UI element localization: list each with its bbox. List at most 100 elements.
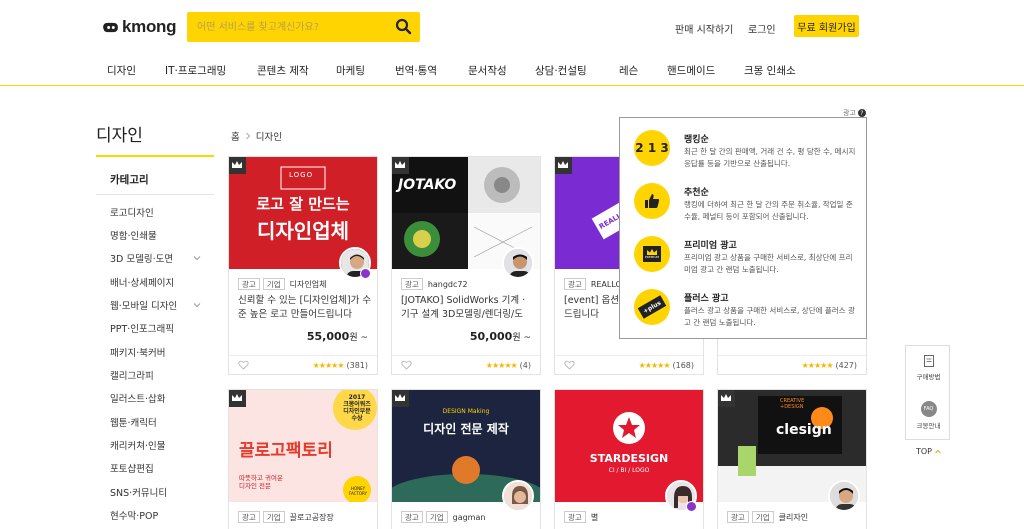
sidebar-item-illust[interactable]: 일러스트·삽화 [110, 391, 165, 405]
nav-item-translation[interactable]: 번역·통역 [395, 63, 437, 78]
sidebar-item-web[interactable]: 웹·모바일 디자인 [110, 298, 177, 312]
service-card[interactable]: LOGO 로고 잘 만드는 디자인업체 광고 기업 디자인업체 신뢰할 수 있는… [228, 156, 378, 375]
seller-name[interactable]: 별 [591, 512, 598, 523]
sidebar-category-label: 카테고리 [110, 174, 149, 186]
scroll-top-label: TOP [916, 447, 933, 456]
seller-name[interactable]: gagman [453, 513, 486, 522]
plus-icon-text: +plus [641, 299, 663, 315]
crown-icon [395, 394, 405, 401]
seller-name[interactable]: hangdc72 [428, 280, 468, 289]
nav-item-print[interactable]: 크몽 인쇄소 [744, 63, 796, 78]
buy-guide-button[interactable]: 구매방법 [906, 354, 951, 381]
nav-item-handmade[interactable]: 핸드메이드 [667, 63, 715, 78]
card-title[interactable]: 신뢰할 수 있는 [디자인업체]가 수준 높은 로고 만들어드립니다 [238, 294, 373, 322]
award-name: 크몽어워즈 [343, 401, 371, 408]
plus-icon-box: +plus [637, 295, 667, 319]
divider [96, 194, 214, 195]
logo-text: kmong [122, 17, 177, 36]
avatar[interactable] [828, 480, 860, 512]
ad-tag: 광고 [564, 278, 586, 290]
card-footer: ★★★★★ (381) [229, 355, 377, 374]
sidebar-item-banner[interactable]: 배너·상세페이지 [110, 275, 174, 289]
ad-tag: 광고 [238, 511, 260, 523]
sidebar-item-calligraphy[interactable]: 캘리그라피 [110, 368, 154, 382]
kmong-logo[interactable]: kmong [101, 17, 177, 37]
thumb-small: DESIGN Making [442, 408, 490, 415]
faq-button[interactable]: FAQ 크몽안내 [906, 401, 951, 430]
sidebar-item-banner-pop[interactable]: 현수막·POP [110, 508, 158, 522]
avatar-image [830, 482, 858, 510]
sidebar-item-caricature[interactable]: 캐리커쳐·인물 [110, 438, 165, 452]
buy-guide-label: 구매방법 [916, 373, 941, 381]
star-icon: ★★★★★ [801, 361, 834, 370]
thumb-line1: 끌로고팩토리 [239, 441, 333, 461]
scroll-top-button[interactable]: TOP [916, 447, 941, 456]
review-count: (4) [519, 361, 531, 370]
sidebar-item-webtoon[interactable]: 웹툰·캐릭터 [110, 415, 157, 429]
card-tags: 광고 기업 클리자인 [727, 511, 808, 523]
nav-item-marketing[interactable]: 마케팅 [336, 63, 365, 78]
crown-icon [558, 161, 568, 168]
chevron-down-icon[interactable] [193, 254, 201, 262]
thumb-logo-text: LOGO [289, 171, 314, 179]
join-button[interactable]: 무료 회원가입 [794, 15, 859, 37]
seller-name[interactable]: 끌로고공장장 [290, 512, 334, 523]
sidebar-item-logo[interactable]: 로고디자인 [110, 205, 154, 219]
service-card[interactable]: STARDESIGN CI / BI / LOGO 광고 별 [554, 389, 704, 529]
tooltip-title: 프리미엄 광고 [684, 241, 737, 251]
avatar[interactable] [502, 480, 534, 512]
sidebar-item-3d[interactable]: 3D 모델링·도면 [110, 251, 173, 265]
heart-icon[interactable] [238, 360, 249, 370]
nav-item-writing[interactable]: 문서작성 [468, 63, 507, 78]
ranking-icon: 2 1 3 [634, 130, 670, 166]
nav-item-consulting[interactable]: 상담·컨설팅 [535, 63, 587, 78]
heart-icon[interactable] [401, 360, 412, 370]
search-input[interactable] [197, 18, 387, 36]
crown-icon [232, 394, 242, 401]
login-link[interactable]: 로그인 [748, 21, 776, 36]
card-thumbnail: 2017 크몽어워즈 디자인부문 수상 끌로고팩토리 따뜻하고 귀여운 디자인 … [229, 390, 377, 502]
breadcrumb: 홈 디자인 [231, 129, 282, 143]
thumb-sub-line2: 디자인 전문 [239, 482, 271, 490]
sidebar-item-ppt[interactable]: PPT·인포그래픽 [110, 321, 174, 335]
avatar[interactable] [502, 247, 534, 279]
heart-icon[interactable] [564, 360, 575, 370]
crown-icon [721, 394, 731, 401]
faq-icon-text: FAQ [923, 406, 934, 412]
sidebar-item-package[interactable]: 패키지·북커버 [110, 345, 165, 359]
nav-item-design[interactable]: 디자인 [107, 63, 136, 78]
company-tag: 기업 [425, 511, 448, 523]
sidebar-item-namecard[interactable]: 명함·인쇄물 [110, 228, 157, 242]
nav-item-it[interactable]: IT·프로그래밍 [165, 63, 226, 78]
search-icon[interactable] [395, 18, 412, 35]
service-card[interactable]: CREATIVE +DESIGN clesign 광고 기업 클리자인 [717, 389, 867, 529]
service-card[interactable]: 2017 크몽어워즈 디자인부문 수상 끌로고팩토리 따뜻하고 귀여운 디자인 … [228, 389, 378, 529]
service-card[interactable]: JOTAKO 광고 hangdc72 [JOTAKO] SolidWorks 기… [391, 156, 541, 375]
price-unit: 원 ~ [512, 333, 531, 343]
nav-item-lesson[interactable]: 레슨 [619, 63, 638, 78]
price-unit: 원 ~ [349, 333, 368, 343]
star-icon: ★★★★★ [312, 361, 345, 370]
rating-stars: ★★★★★ (168) [639, 361, 694, 370]
card-footer: ★★★★★ (427) [718, 355, 866, 374]
crown-icon [232, 161, 242, 168]
price-value: 55,000 [306, 330, 350, 343]
award-year: 2017 [348, 394, 366, 401]
service-card[interactable]: DESIGN Making 디자인 전문 제작 광고 기업 gagman [391, 389, 541, 529]
thumbs-up-glyph [645, 194, 660, 208]
sidebar-item-photoshop[interactable]: 포토샵편집 [110, 461, 154, 475]
card-footer: ★★★★★ (4) [392, 355, 540, 374]
thumb-line1: JOTAKO [398, 177, 457, 193]
nav-item-content[interactable]: 콘텐츠 제작 [257, 63, 309, 78]
breadcrumb-home[interactable]: 홈 [231, 129, 240, 143]
seller-name[interactable]: 디자인업체 [290, 279, 327, 290]
thumbs-up-icon [634, 183, 670, 219]
ad-tag: 광고 [564, 511, 586, 523]
chevron-down-icon[interactable] [193, 301, 201, 309]
kmong-logo-icon [103, 22, 118, 32]
faq-icon: FAQ [920, 401, 937, 417]
sidebar-item-sns[interactable]: SNS·커뮤니티 [110, 485, 167, 499]
start-selling-link[interactable]: 판매 시작하기 [675, 21, 733, 36]
card-title[interactable]: [JOTAKO] SolidWorks 기계 · 기구 설계 3D모델링/렌더링… [401, 294, 536, 322]
seller-name[interactable]: 클리자인 [779, 512, 808, 523]
